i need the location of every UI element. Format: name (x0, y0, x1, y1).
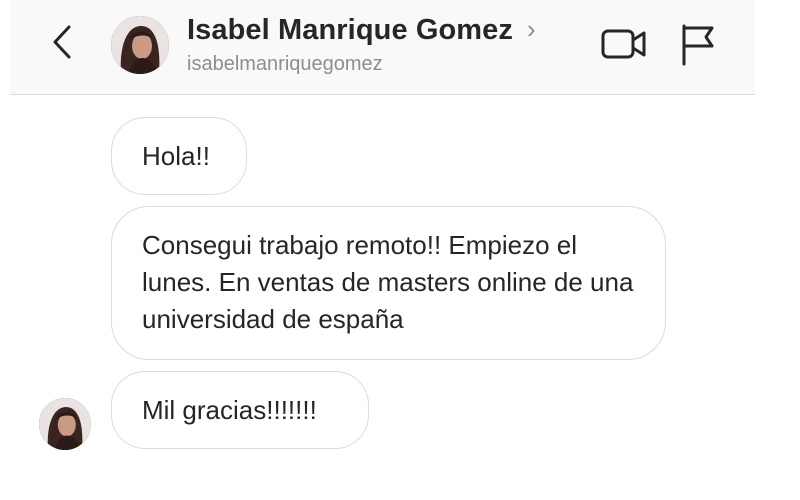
message-bubble[interactable]: Mil gracias!!!!!!! (111, 371, 369, 449)
chat-screen: Isabel Manrique Gomez › isabelmanriquego… (10, 0, 755, 500)
flag-icon (678, 24, 718, 70)
video-call-button[interactable] (600, 24, 648, 64)
contact-name: Isabel Manrique Gomez (187, 14, 514, 46)
back-button[interactable] (46, 22, 78, 66)
message-text: Consegui trabajo remoto!! Empiezo el lun… (142, 230, 634, 334)
message-bubble[interactable]: Hola!! (111, 117, 247, 195)
message-text: Mil gracias!!!!!!! (142, 395, 317, 425)
message-text: Hola!! (142, 141, 210, 171)
screenshot-margin (755, 0, 800, 500)
chat-header: Isabel Manrique Gomez › isabelmanriquego… (10, 0, 755, 95)
chevron-left-icon (51, 24, 73, 65)
video-camera-icon (600, 29, 648, 68)
report-button[interactable] (678, 22, 718, 66)
conversation-title[interactable]: Isabel Manrique Gomez › isabelmanriquego… (187, 14, 536, 76)
sender-avatar[interactable] (39, 398, 91, 450)
message-bubble[interactable]: Consegui trabajo remoto!! Empiezo el lun… (111, 206, 666, 360)
contact-username: isabelmanriquegomez (187, 53, 383, 75)
chevron-right-icon: › (527, 13, 536, 44)
avatar[interactable] (111, 16, 169, 74)
